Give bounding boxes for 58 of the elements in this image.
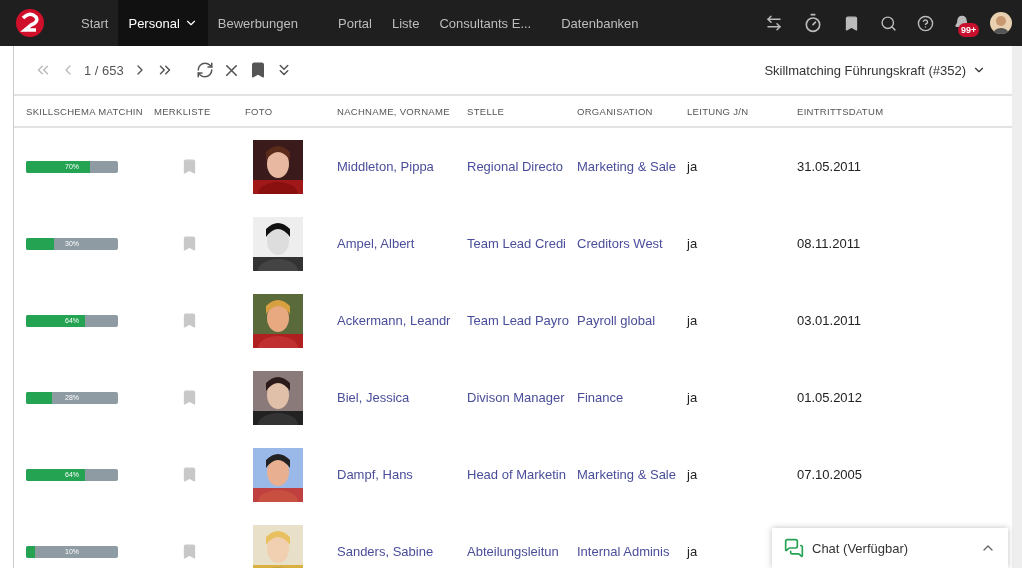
- notification-badge: 99+: [958, 23, 980, 37]
- organisation-link[interactable]: Payroll global: [577, 313, 656, 328]
- name-link[interactable]: Ackermann, Leandr: [337, 313, 451, 328]
- nav-item[interactable]: Liste: [382, 0, 430, 46]
- name-link[interactable]: Dampf, Hans: [337, 467, 413, 482]
- chat-panel[interactable]: Chat (Verfügbar): [772, 528, 1008, 568]
- table-cell-text: 07.10.2005: [797, 467, 864, 482]
- nav-item[interactable]: Start: [71, 0, 119, 46]
- organisation-link[interactable]: Finance: [577, 390, 624, 405]
- position-link[interactable]: Team Lead Payro: [467, 313, 569, 328]
- column-header[interactable]: NACHNAME, VORNAME: [337, 105, 467, 117]
- organisation-link[interactable]: Marketing & Sale: [577, 159, 676, 174]
- nav-item[interactable]: Bewerbungen: [207, 0, 308, 46]
- position-link[interactable]: Regional Directo: [467, 159, 564, 174]
- column-header[interactable]: LEITUNG J/N: [687, 105, 797, 117]
- position-link[interactable]: Abteilungsleitun: [467, 544, 559, 559]
- stopwatch-icon[interactable]: [803, 13, 823, 33]
- position-link[interactable]: Divison Manager: [467, 390, 565, 405]
- logo-icon[interactable]: [15, 8, 45, 38]
- swap-arrows-icon[interactable]: [765, 14, 783, 32]
- nav-item[interactable]: Portal: [328, 0, 382, 46]
- page-counter: 1 / 653: [84, 62, 124, 78]
- table-cell-text: ja: [687, 313, 699, 328]
- position-link[interactable]: Team Lead Credi: [467, 236, 566, 251]
- column-header[interactable]: EINTRITTSDATUM: [797, 105, 1012, 117]
- name-link[interactable]: Ampel, Albert: [337, 236, 415, 251]
- table-cell-text: ja: [687, 544, 699, 559]
- chat-icon: [784, 538, 804, 558]
- name-link[interactable]: Sanders, Sabine: [337, 544, 434, 559]
- organisation-link[interactable]: Marketing & Sale: [577, 467, 676, 482]
- view-selector[interactable]: Skillmatching Führungskraft (#352): [758, 61, 992, 79]
- table-cell-text: 08.11.2011: [797, 236, 862, 251]
- nav-item[interactable]: Consultants E...: [429, 0, 542, 46]
- table-cell-text: ja: [687, 236, 699, 251]
- table-cell-text: 03.01.2011: [797, 313, 863, 328]
- column-header[interactable]: SKILLSCHEMA MATCHIN: [26, 105, 154, 117]
- name-link[interactable]: Middleton, Pippa: [337, 159, 434, 174]
- bookmark-icon[interactable]: [843, 14, 860, 32]
- help-icon[interactable]: [917, 14, 934, 32]
- table-cell-text: ja: [687, 159, 699, 174]
- column-header[interactable]: FOTO: [245, 105, 337, 117]
- column-header[interactable]: MERKLISTE: [154, 105, 245, 117]
- table-cell-text: ja: [687, 467, 699, 482]
- column-header[interactable]: STELLE: [467, 105, 577, 117]
- nav-item[interactable]: Personal: [118, 0, 208, 46]
- position-link[interactable]: Head of Marketin: [467, 467, 566, 482]
- nav-item[interactable]: Datenbanken: [551, 0, 649, 46]
- table-cell-text: ja: [687, 390, 699, 405]
- name-link[interactable]: Biel, Jessica: [337, 390, 410, 405]
- column-header[interactable]: ORGANISATION: [577, 105, 687, 117]
- refresh-icon[interactable]: [195, 61, 214, 79]
- table-cell-text: 31.05.2011: [797, 159, 863, 174]
- avatar[interactable]: [990, 12, 1012, 34]
- chat-label: Chat (Verfügbar): [812, 540, 909, 556]
- organisation-link[interactable]: Internal Adminis: [577, 544, 670, 559]
- search-icon[interactable]: [880, 14, 897, 32]
- organisation-link[interactable]: Creditors West: [577, 236, 663, 251]
- table-cell-text: 01.05.2012: [797, 390, 864, 405]
